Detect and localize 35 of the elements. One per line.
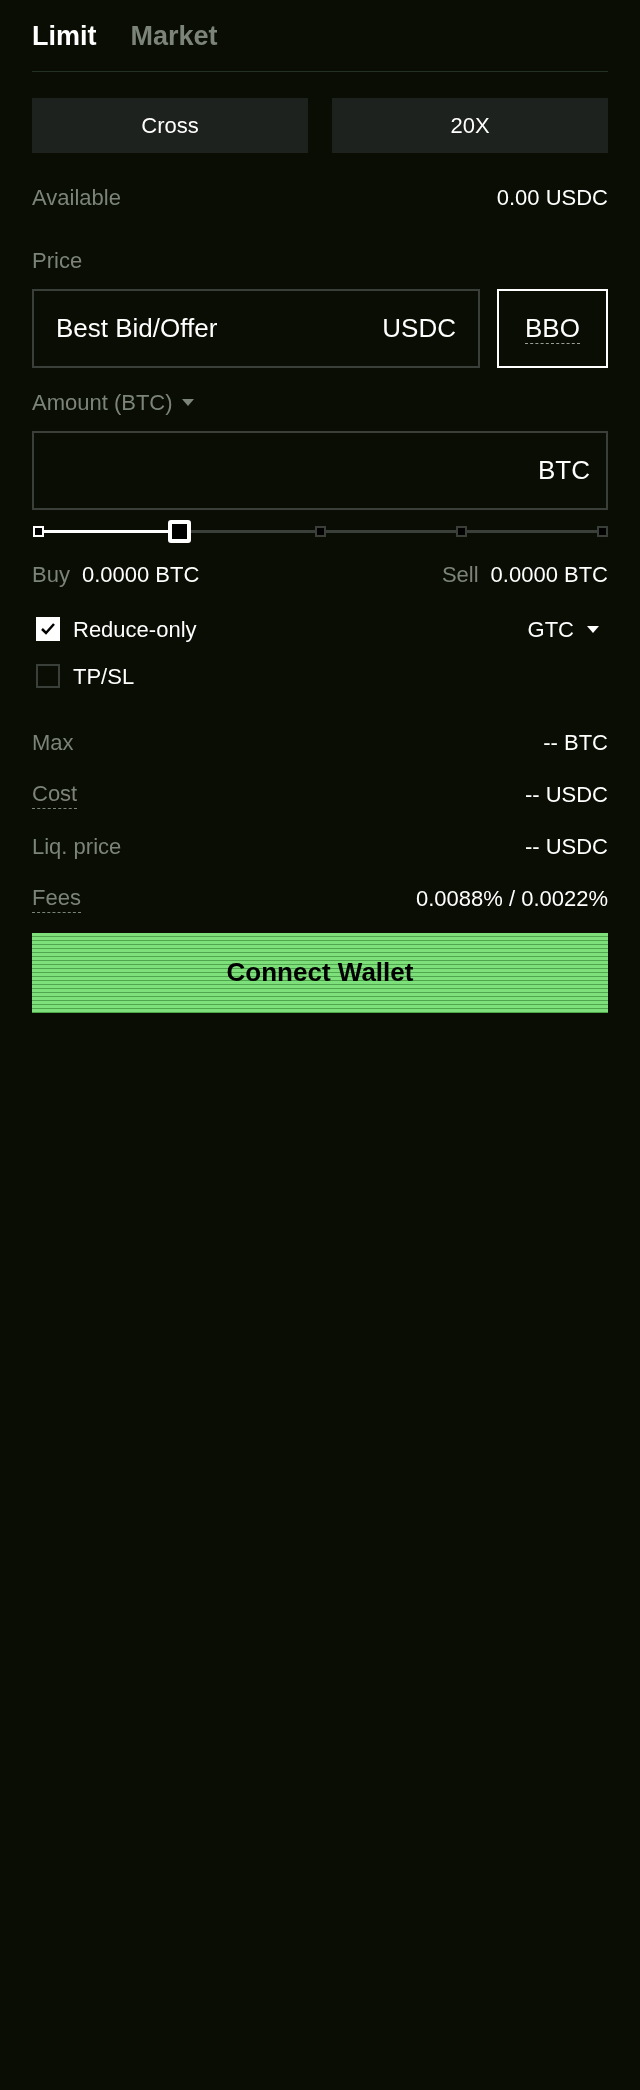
sell-amount: 0.0000 BTC (490, 560, 608, 589)
unit-label: USDC (382, 311, 456, 345)
summary-value: -- USDC (524, 833, 608, 861)
checkmark-icon (40, 622, 56, 636)
summary-label: Liq. price (32, 832, 122, 861)
summary-label: Cost (32, 780, 78, 809)
caret-icon (180, 397, 195, 407)
checkbox-label: TP/SL (73, 662, 135, 691)
summary-value: -- USDC (524, 781, 608, 809)
checkbox[interactable] (36, 664, 60, 688)
amount-field[interactable]: BTC (32, 430, 608, 510)
checkbox[interactable] (36, 617, 60, 641)
summary-label: Max (32, 728, 74, 757)
order-type-tab[interactable]: Limit (32, 16, 97, 57)
margin-setting-button[interactable]: 20X (332, 97, 608, 153)
margin-setting-button[interactable]: Cross (32, 97, 308, 153)
amount-unit-dropdown[interactable]: Amount (BTC) (32, 385, 195, 419)
caret-icon (586, 624, 600, 634)
buy-amount: 0.0000 BTC (81, 560, 200, 589)
sell-label: Sell (441, 560, 479, 589)
available-value: 0.00 USDC (496, 183, 608, 212)
available-label: Available (32, 183, 121, 212)
order-type-tab[interactable]: Market (130, 16, 218, 57)
unit-label: BTC (538, 453, 590, 487)
price-field[interactable]: Best Bid/Offer USDC (32, 288, 480, 368)
bbo-button[interactable]: BBO (497, 288, 608, 368)
price-label: Price (32, 246, 84, 275)
summary-value: -- BTC (543, 729, 608, 757)
checkbox-label: Reduce-only (73, 615, 197, 644)
price-value: Best Bid/Offer (56, 311, 218, 345)
summary-value: 0.0088% / 0.0022% (415, 885, 608, 913)
time-in-force-dropdown[interactable]: GTC (527, 612, 600, 646)
connect-wallet-button[interactable]: Connect Wallet (32, 932, 608, 1013)
summary-label: Fees (32, 884, 81, 913)
buy-label: Buy (32, 560, 70, 589)
